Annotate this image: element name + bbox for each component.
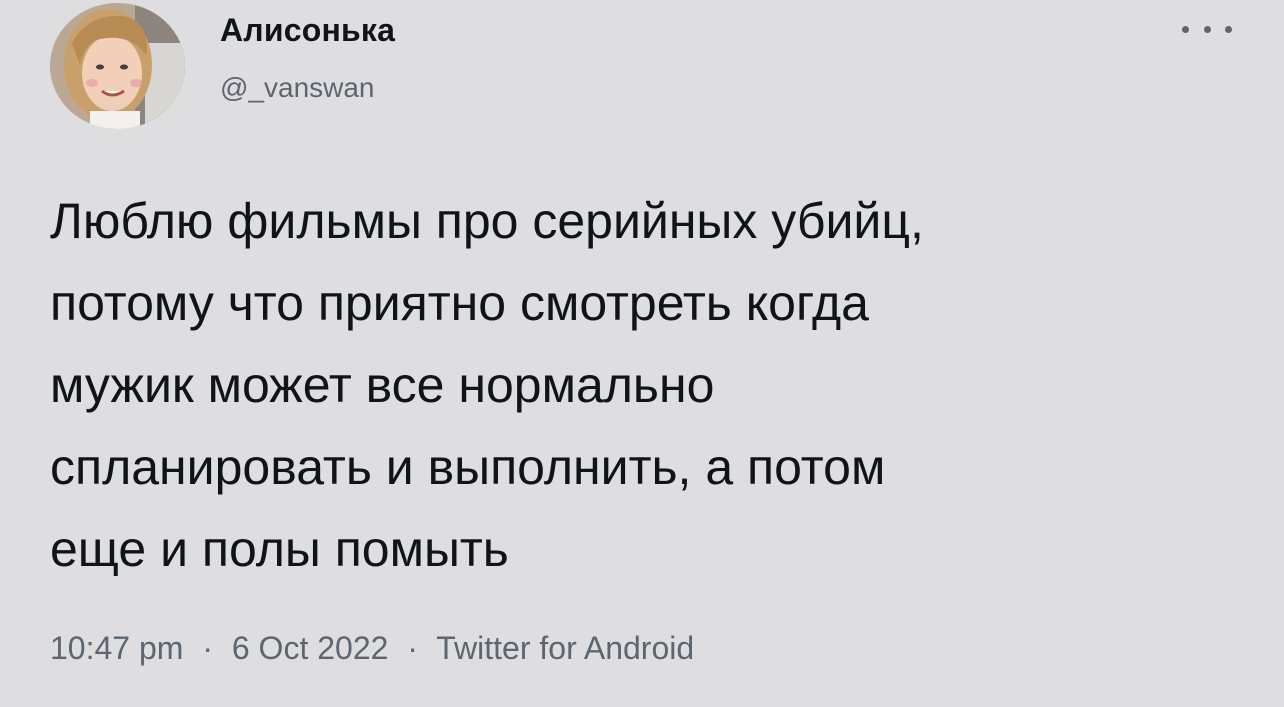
tweet-text-line: спланировать и выполнить, а потом (50, 439, 886, 495)
avatar[interactable] (50, 3, 185, 129)
more-options-button[interactable] (1182, 14, 1232, 44)
tweet-meta: 10:47 pm · 6 Oct 2022 · Twitter for Andr… (50, 630, 694, 667)
tweet-card: Алисонька @_vanswan Люблю фильмы про сер… (0, 0, 1284, 707)
tweet-date[interactable]: 6 Oct 2022 (232, 630, 389, 666)
author-display-name[interactable]: Алисонька (220, 12, 395, 49)
meta-separator: · (407, 630, 418, 666)
more-options-icon (1182, 25, 1189, 33)
author-handle[interactable]: @_vanswan (220, 72, 375, 104)
tweet-source[interactable]: Twitter for Android (436, 630, 694, 666)
tweet-text-line: еще и полы помыть (50, 521, 509, 577)
more-options-icon-dot (1203, 25, 1211, 33)
tweet-text-line: мужик может все нормально (50, 357, 715, 413)
meta-separator: · (202, 630, 213, 666)
tweet-text-line: потому что приятно смотреть когда (50, 275, 869, 331)
tweet-text: Люблю фильмы про серийных убийц, потому … (50, 180, 1250, 590)
more-options-icon-dot (1225, 25, 1232, 33)
profile-photo-icon (50, 3, 185, 129)
tweet-time[interactable]: 10:47 pm (50, 630, 183, 666)
tweet-text-line: Люблю фильмы про серийных убийц, (50, 193, 924, 249)
